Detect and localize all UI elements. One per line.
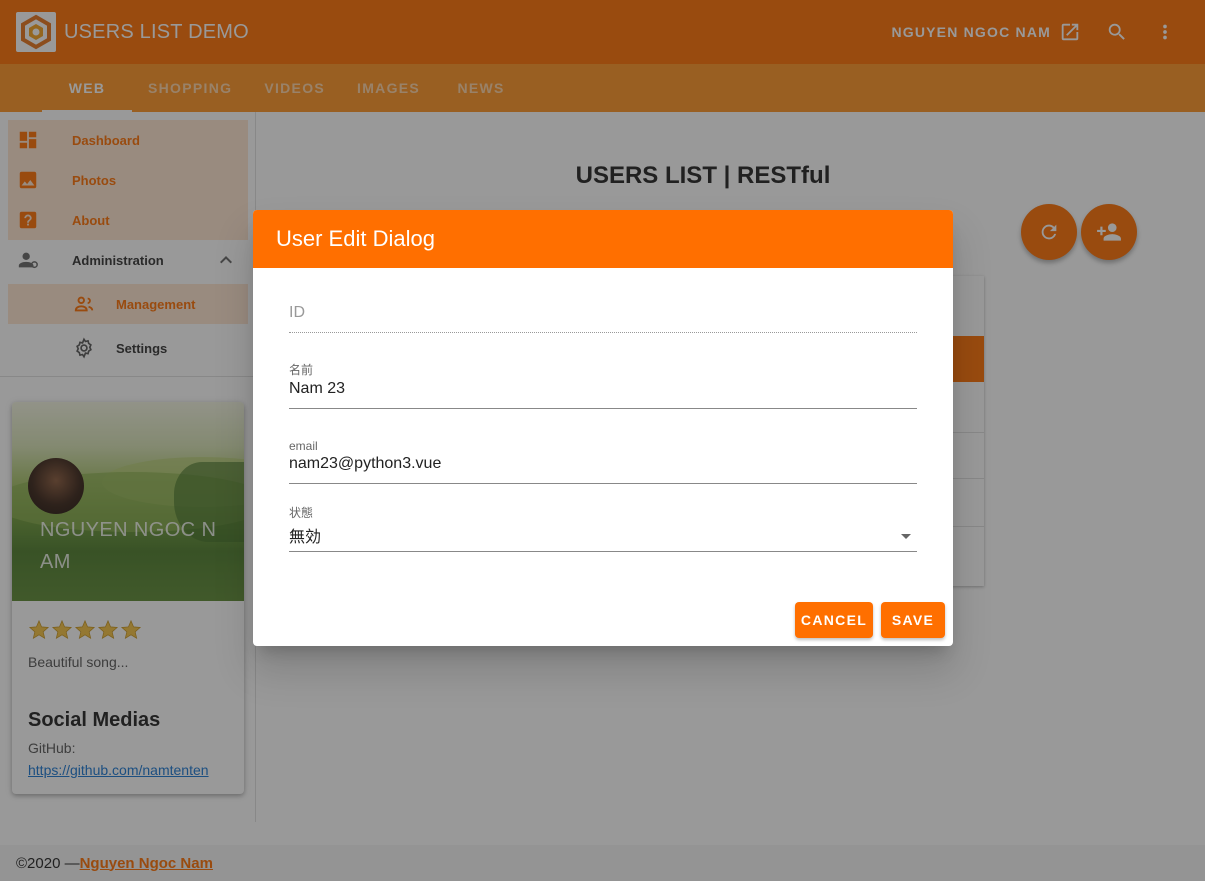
cancel-button[interactable]: CANCEL <box>795 602 873 638</box>
email-input[interactable]: nam23@python3.vue <box>289 455 917 477</box>
email-field[interactable]: email nam23@python3.vue <box>289 439 917 484</box>
user-edit-dialog: User Edit Dialog ID 名前 Nam 23 email nam2… <box>253 210 953 646</box>
name-input[interactable]: Nam 23 <box>289 380 917 402</box>
id-field: ID <box>289 302 917 333</box>
name-field[interactable]: 名前 Nam 23 <box>289 361 917 409</box>
id-field-label: ID <box>289 304 305 321</box>
name-field-label: 名前 <box>289 363 314 377</box>
dialog-title: User Edit Dialog <box>253 210 953 268</box>
status-select[interactable]: 状態 無効 <box>289 504 917 552</box>
dropdown-arrow-icon <box>901 534 911 539</box>
status-selected-value[interactable]: 無効 <box>289 523 917 546</box>
save-button[interactable]: SAVE <box>881 602 945 638</box>
status-field-label: 状態 <box>289 506 314 520</box>
email-field-label: email <box>289 439 318 453</box>
